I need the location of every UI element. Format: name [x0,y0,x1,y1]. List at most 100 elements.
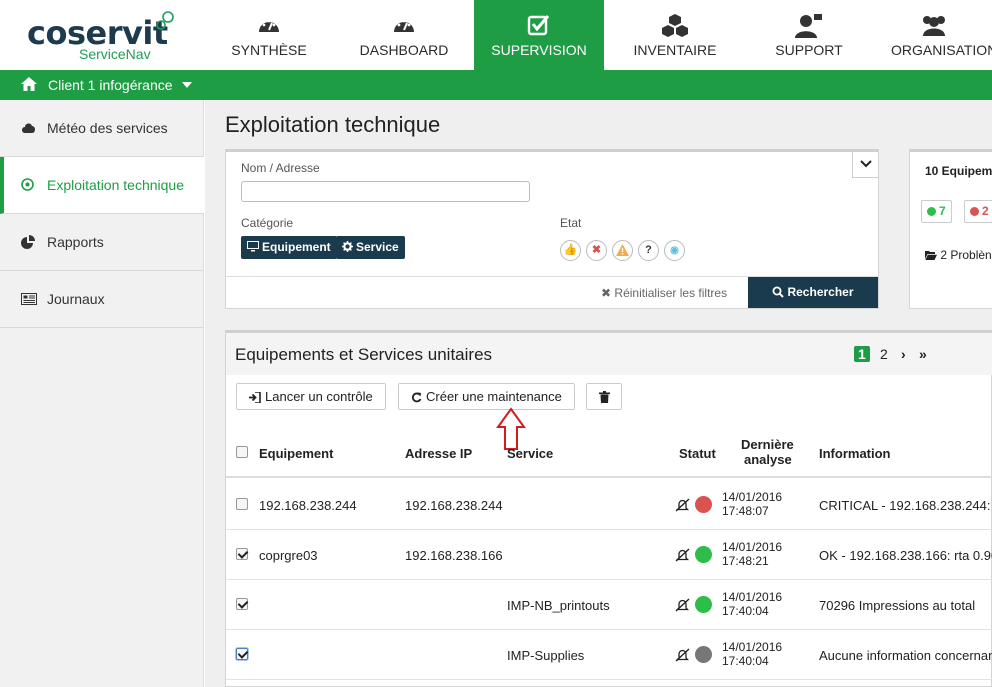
state-unknown-toggle[interactable]: ? [638,240,659,261]
analysis-date: 14/01/2016 [722,640,783,654]
count-ok-value: 7 [939,204,946,218]
column-ip[interactable]: Adresse IP [405,446,472,461]
name-filter-label: Nom / Adresse [241,161,320,175]
close-icon: ✖ [601,286,612,300]
column-last-analysis-line2[interactable]: analyse [744,452,792,467]
folder-open-icon [925,251,937,260]
nav-organisation-label: ORGANISATION [891,42,992,58]
row-checkbox[interactable] [236,498,248,510]
nav-support[interactable]: SUPPORT [760,0,858,70]
last-page-icon[interactable]: » [919,346,927,362]
list-header: Equipements et Services unitaires 1 2 › … [226,333,992,375]
state-hidden-toggle[interactable]: ◉ [664,240,685,261]
analysis-time: 17:40:04 [722,604,769,618]
state-ok-toggle[interactable]: 👍 [560,240,581,261]
column-last-analysis-line1[interactable]: Dernière [741,437,794,452]
row-checkbox[interactable] [236,648,248,660]
create-maintenance-button[interactable]: Créer une maintenance [398,383,575,410]
cell-ip: 192.168.238.244 [405,498,503,513]
bell-slash-icon[interactable] [675,548,690,565]
count-ok-badge[interactable]: 7 [921,200,952,223]
nav-organisation[interactable]: ORGANISATION [880,0,992,70]
cell-last-analysis: 14/01/2016 17:48:07 [722,490,782,518]
sidebar-item-journaux[interactable]: Journaux [0,271,204,328]
chevron-down-icon [860,160,872,168]
client-name[interactable]: Client 1 infogérance [48,77,173,93]
page-title: Exploitation technique [225,112,441,137]
state-critical-toggle[interactable]: ✖ [586,240,607,261]
name-address-input[interactable] [241,181,530,202]
client-selector-bar[interactable]: Client 1 infogérance [0,70,992,100]
nav-support-label: SUPPORT [775,42,843,58]
nav-supervision-label: SUPERVISION [491,42,587,58]
row-checkbox[interactable] [236,598,248,610]
column-status[interactable]: Statut [679,446,716,461]
state-label: Etat [560,216,582,230]
count-critical-badge[interactable]: 2 [964,200,992,223]
nav-dashboard[interactable]: DASHBOARD [352,0,456,70]
table-row[interactable]: coprgre03 192.168.238.166 14/01/2016 17:4… [226,530,992,580]
bell-slash-icon[interactable] [675,648,690,665]
summary-panel: 10 Equipem 7 2 2 Problèn [909,149,992,309]
analysis-time: 17:48:07 [722,504,769,518]
sidebar-item-exploitation[interactable]: Exploitation technique [0,157,204,214]
gauge-icon [222,13,316,39]
launch-control-button[interactable]: Lancer un contrôle [236,383,386,410]
bell-slash-icon[interactable] [675,598,690,615]
row-checkbox[interactable] [236,548,248,560]
select-all-checkbox[interactable] [236,446,248,458]
sidebar-item-label: Journaux [47,291,105,307]
category-service-button[interactable]: Service [336,236,405,259]
main-content: Exploitation technique Nom / Adresse Cat… [205,100,992,687]
nav-synthese[interactable]: SYNTHÈSE [222,0,316,70]
user-support-icon [760,13,858,39]
sign-in-icon [249,391,261,404]
sidebar: Météo des services Exploitation techniqu… [0,100,204,687]
analysis-time: 17:48:21 [722,554,769,568]
table-row[interactable]: IMP-NB_printouts 14/01/2016 17:40:04 7029… [226,580,992,630]
nav-dashboard-label: DASHBOARD [359,42,449,58]
status-dot [695,496,712,513]
coservit-logo[interactable]: coservit ServiceNav [27,10,187,65]
table-row[interactable]: IMP-Supplies 14/01/2016 17:40:04 Aucune i… [226,630,992,680]
chevron-down-icon[interactable] [182,82,192,88]
cell-information: OK - 192.168.238.166: rta 0.90 [819,548,992,563]
cubes-icon [624,13,726,39]
delete-button[interactable] [586,383,622,410]
cell-equipment[interactable]: coprgre03 [259,548,318,563]
nav-supervision[interactable]: SUPERVISION [474,0,604,70]
state-warning-toggle[interactable] [612,240,633,261]
page-current[interactable]: 1 [854,346,870,362]
check-square-icon [474,13,604,39]
sidebar-item-label: Météo des services [47,120,168,136]
sidebar-item-label: Exploitation technique [47,177,184,193]
sidebar-item-meteo[interactable]: Météo des services [0,100,204,157]
search-button[interactable]: Rechercher [748,277,878,308]
column-service[interactable]: Service [507,446,553,461]
table-row[interactable]: 192.168.238.244 192.168.238.244 14/01/20… [226,480,992,530]
problems-summary[interactable]: 2 Problèn [925,248,992,262]
column-equipment[interactable]: Equipement [259,446,333,461]
cell-last-analysis: 14/01/2016 17:40:04 [722,640,782,668]
cell-equipment[interactable]: 192.168.238.244 [259,498,357,513]
sidebar-item-rapports[interactable]: Rapports [0,214,204,271]
home-icon[interactable] [21,77,37,94]
search-icon [772,286,785,298]
bell-slash-icon[interactable] [675,498,690,515]
category-equipment-button[interactable]: Equipement [241,236,337,259]
problems-label: 2 Problèn [940,248,992,262]
summary-title: 10 Equipem [925,164,992,178]
column-information[interactable]: Information [819,446,891,461]
category-label: Catégorie [241,216,294,230]
nav-inventaire[interactable]: INVENTAIRE [624,0,726,70]
page-2[interactable]: 2 [880,346,888,362]
reset-filters-link[interactable]: ✖ Réinitialiser les filtres [601,286,727,300]
collapse-filter-button[interactable] [852,152,878,178]
cell-service[interactable]: IMP-Supplies [507,648,584,663]
monitor-icon [247,241,259,252]
next-page-icon[interactable]: › [901,346,906,362]
cell-information: 70296 Impressions au total [819,598,976,613]
reset-filters-label: Réinitialiser les filtres [614,286,728,300]
cell-service[interactable]: IMP-NB_printouts [507,598,610,613]
users-icon [919,13,992,39]
